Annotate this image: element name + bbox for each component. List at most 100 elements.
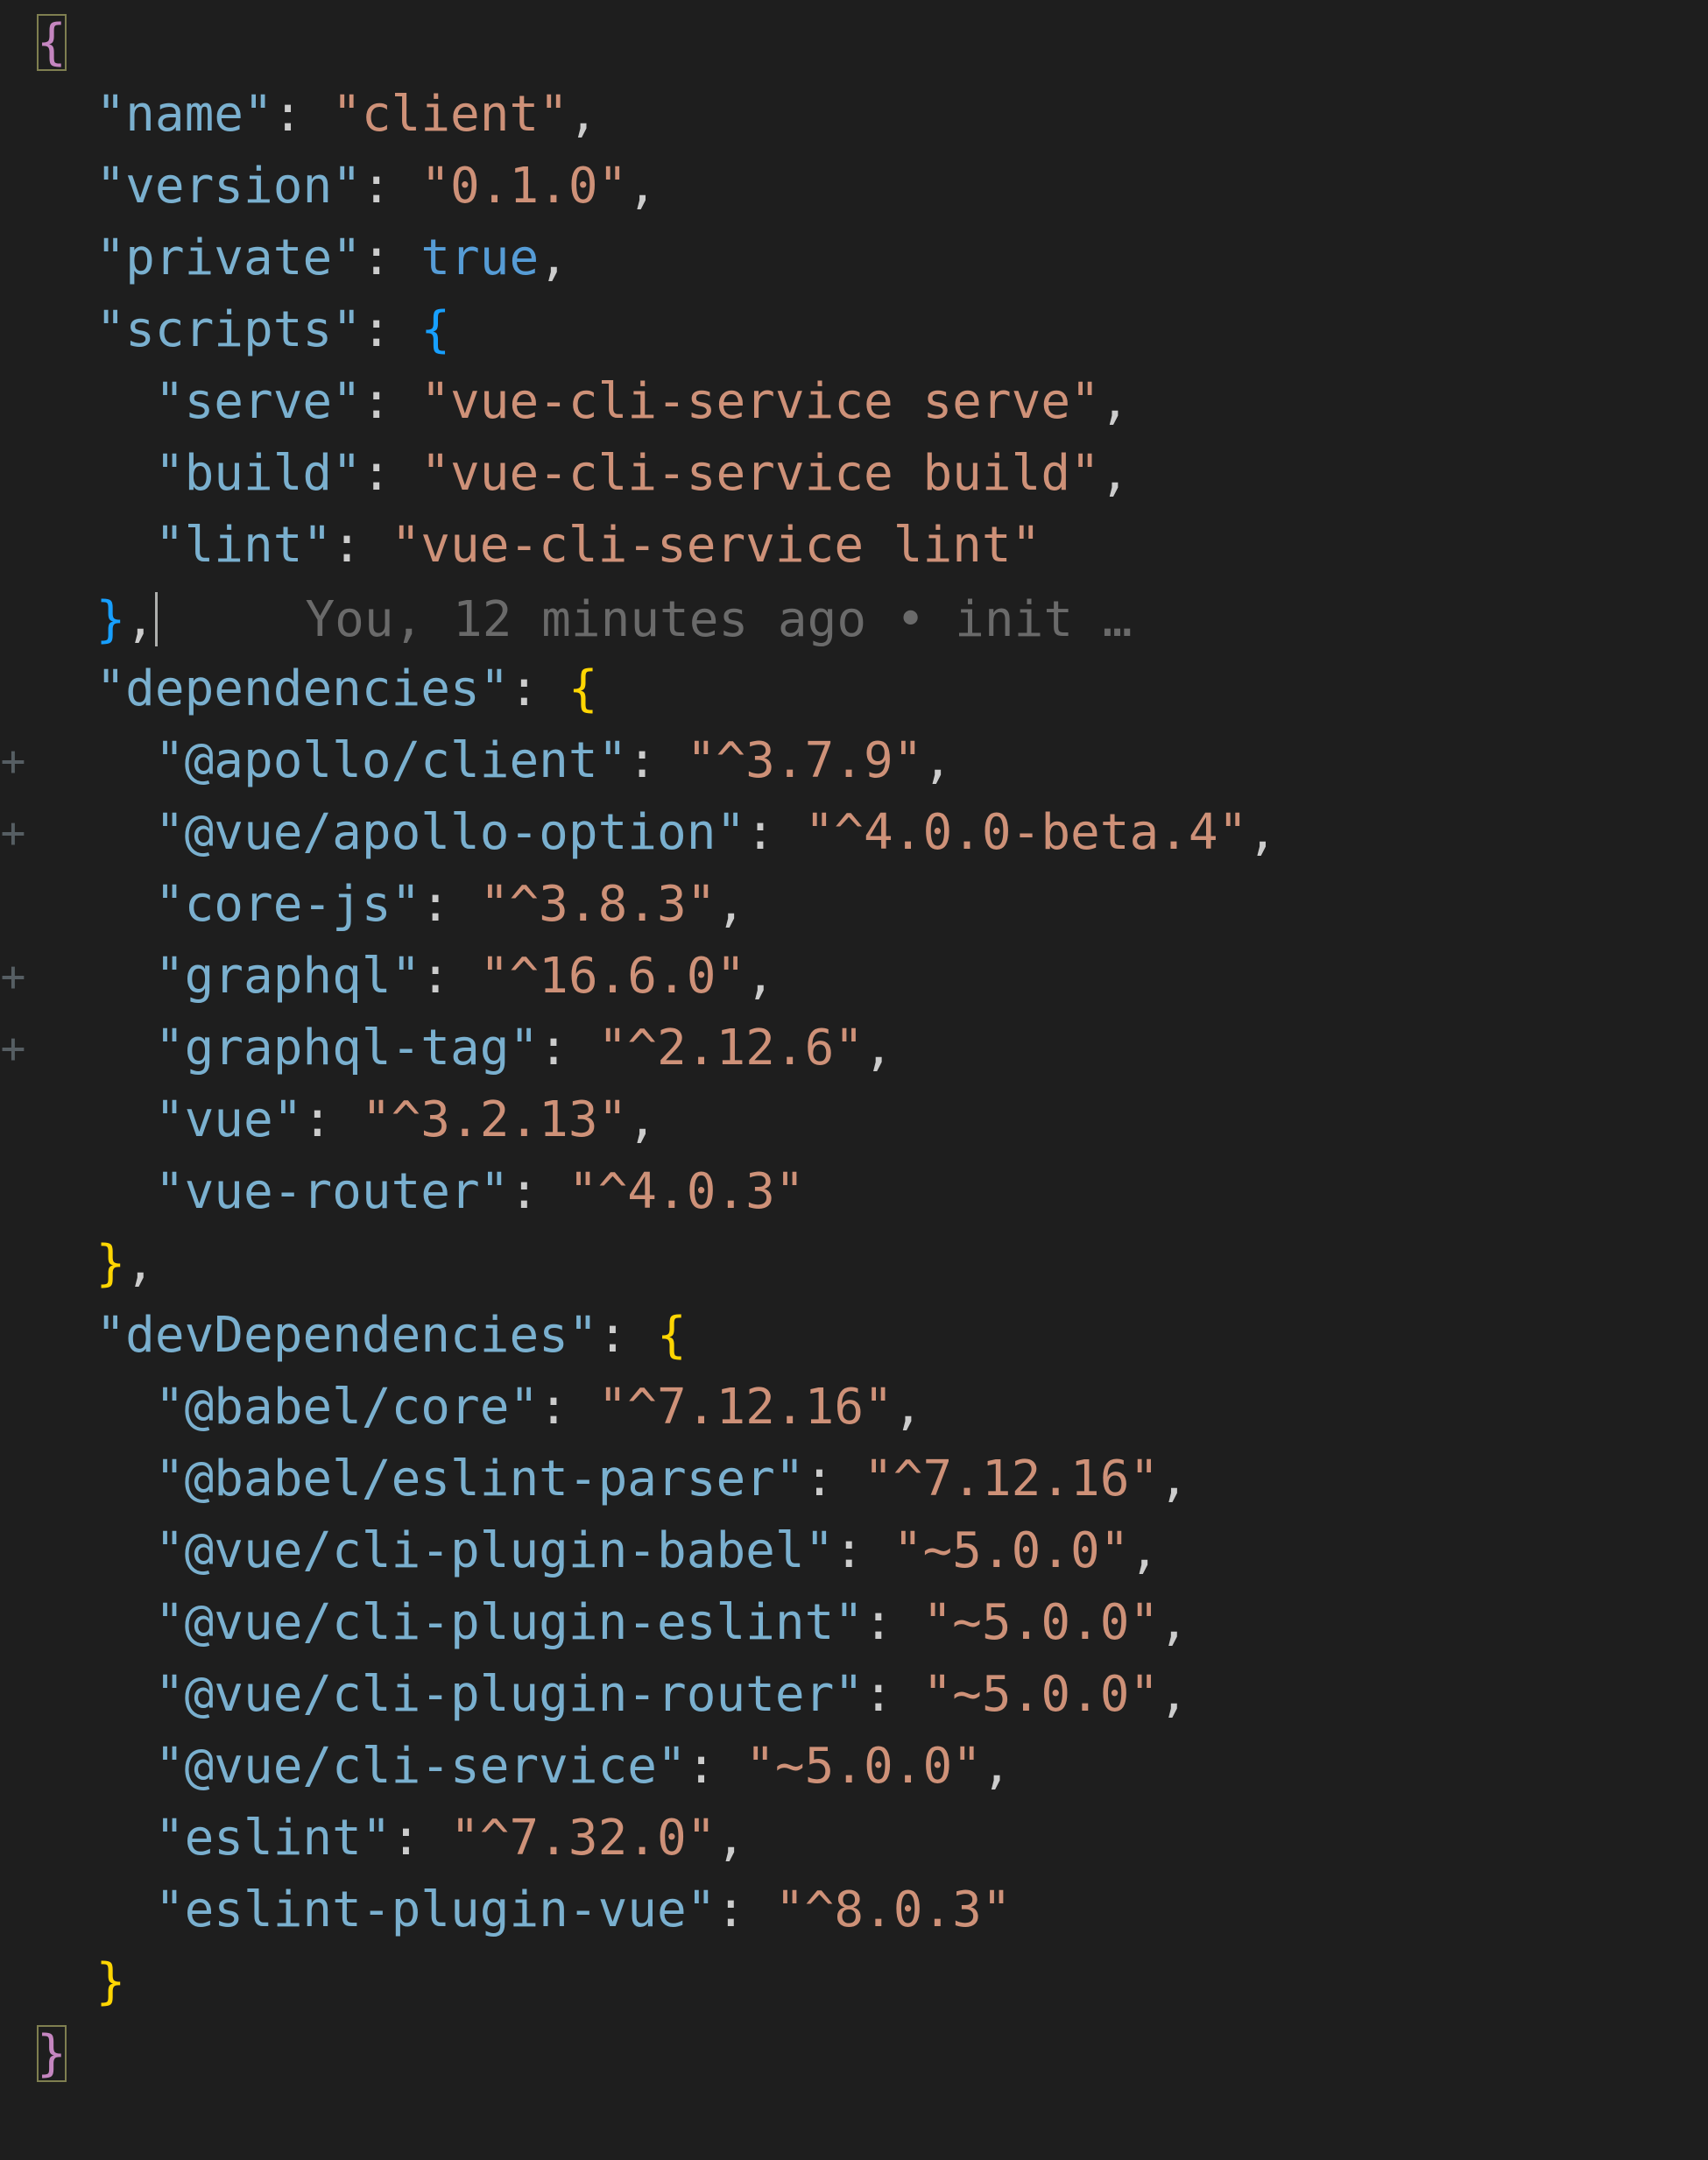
code-editor[interactable]: { "name": "client", "version": "0.1.0", … bbox=[0, 0, 1708, 2090]
code-content: "eslint": "^7.32.0", bbox=[26, 1803, 1708, 1874]
code-line[interactable]: "scripts": { bbox=[0, 294, 1708, 366]
token: , bbox=[627, 158, 657, 215]
token: , bbox=[1129, 1522, 1159, 1579]
code-line[interactable]: } bbox=[0, 1946, 1708, 2018]
code-line[interactable]: "lint": "vue-cli-service lint" bbox=[0, 510, 1708, 582]
code-line[interactable]: + "graphql": "^16.6.0", bbox=[0, 941, 1708, 1013]
token: "client" bbox=[332, 86, 568, 143]
diff-gutter: + bbox=[0, 725, 26, 797]
token: : bbox=[362, 158, 420, 215]
code-content: "name": "client", bbox=[26, 79, 1708, 151]
code-line[interactable]: + "graphql-tag": "^2.12.6", bbox=[0, 1013, 1708, 1084]
token: , bbox=[745, 948, 775, 1005]
token: , bbox=[1100, 445, 1130, 502]
code-line[interactable]: } bbox=[0, 2018, 1708, 2090]
token: , bbox=[627, 1091, 657, 1148]
code-line[interactable]: "@vue/cli-plugin-babel": "~5.0.0", bbox=[0, 1515, 1708, 1587]
code-line[interactable]: + "@apollo/client": "^3.7.9", bbox=[0, 725, 1708, 797]
code-content: { bbox=[26, 7, 1708, 79]
code-line[interactable]: "@vue/cli-plugin-eslint": "~5.0.0", bbox=[0, 1587, 1708, 1659]
token: : bbox=[716, 1881, 774, 1938]
diff-gutter: + bbox=[0, 797, 26, 869]
token: "devDependencies" bbox=[95, 1307, 597, 1364]
code-line[interactable]: }, bbox=[0, 1228, 1708, 1300]
token: : bbox=[539, 1379, 597, 1436]
token: "^2.12.6" bbox=[598, 1020, 864, 1076]
token: "vue-cli-service build" bbox=[420, 445, 1099, 502]
code-line[interactable]: "@vue/cli-service": "~5.0.0", bbox=[0, 1731, 1708, 1803]
code-line[interactable]: "vue": "^3.2.13", bbox=[0, 1084, 1708, 1156]
code-line[interactable]: "vue-router": "^4.0.3" bbox=[0, 1156, 1708, 1228]
token: } bbox=[95, 591, 125, 648]
code-line[interactable]: "private": true, bbox=[0, 222, 1708, 294]
token: "~5.0.0" bbox=[893, 1522, 1130, 1579]
text-cursor bbox=[155, 592, 158, 646]
code-content: "@vue/apollo-option": "^4.0.0-beta.4", bbox=[26, 797, 1708, 869]
token: "version" bbox=[95, 158, 361, 215]
token: { bbox=[420, 301, 450, 358]
token: "graphql" bbox=[155, 948, 420, 1005]
token: "lint" bbox=[155, 517, 332, 574]
token: "@vue/cli-plugin-eslint" bbox=[155, 1594, 864, 1651]
code-line[interactable]: "@vue/cli-plugin-router": "~5.0.0", bbox=[0, 1659, 1708, 1731]
token: , bbox=[1159, 1451, 1189, 1507]
code-line[interactable]: "@babel/eslint-parser": "^7.12.16", bbox=[0, 1444, 1708, 1515]
code-content: "vue-router": "^4.0.3" bbox=[26, 1156, 1708, 1228]
code-content: "build": "vue-cli-service build", bbox=[26, 438, 1708, 510]
code-line[interactable]: "build": "vue-cli-service build", bbox=[0, 438, 1708, 510]
token: , bbox=[864, 1020, 893, 1076]
token: { bbox=[657, 1307, 687, 1364]
token: "~5.0.0" bbox=[922, 1594, 1159, 1651]
code-content: }, bbox=[26, 1228, 1708, 1300]
token: , bbox=[125, 591, 155, 648]
token: } bbox=[37, 2025, 67, 2082]
token: "dependencies" bbox=[95, 660, 509, 717]
token: "build" bbox=[155, 445, 362, 502]
token: "@apollo/client" bbox=[155, 732, 627, 789]
token: : bbox=[420, 876, 479, 933]
git-blame-annotation: You, 12 minutes ago • init … bbox=[158, 591, 1133, 648]
code-line[interactable]: "version": "0.1.0", bbox=[0, 151, 1708, 222]
code-content: "@babel/core": "^7.12.16", bbox=[26, 1372, 1708, 1444]
token: "vue" bbox=[155, 1091, 303, 1148]
code-line[interactable]: "@babel/core": "^7.12.16", bbox=[0, 1372, 1708, 1444]
token: "^3.8.3" bbox=[480, 876, 716, 933]
code-line[interactable]: }, You, 12 minutes ago • init … bbox=[0, 582, 1708, 653]
token: "^7.12.16" bbox=[864, 1451, 1159, 1507]
code-content: "@vue/cli-plugin-eslint": "~5.0.0", bbox=[26, 1587, 1708, 1659]
token: , bbox=[716, 1810, 745, 1867]
token: , bbox=[1247, 804, 1277, 861]
code-line[interactable]: "eslint-plugin-vue": "^8.0.3" bbox=[0, 1874, 1708, 1946]
token: "0.1.0" bbox=[420, 158, 627, 215]
token: , bbox=[922, 732, 952, 789]
code-line[interactable]: "name": "client", bbox=[0, 79, 1708, 151]
token: "@vue/cli-plugin-babel" bbox=[155, 1522, 834, 1579]
token: "graphql-tag" bbox=[155, 1020, 539, 1076]
code-content: }, You, 12 minutes ago • init … bbox=[26, 582, 1708, 656]
token: , bbox=[568, 86, 598, 143]
token: "@vue/cli-service" bbox=[155, 1738, 687, 1795]
token: , bbox=[125, 1235, 155, 1292]
token: "private" bbox=[95, 229, 361, 286]
token: : bbox=[598, 1307, 657, 1364]
token: { bbox=[37, 14, 67, 71]
token: "@babel/core" bbox=[155, 1379, 539, 1436]
code-line[interactable]: "dependencies": { bbox=[0, 653, 1708, 725]
token: , bbox=[1159, 1666, 1189, 1723]
code-line[interactable]: "eslint": "^7.32.0", bbox=[0, 1803, 1708, 1874]
code-content: "@vue/cli-plugin-babel": "~5.0.0", bbox=[26, 1515, 1708, 1587]
token: : bbox=[362, 229, 420, 286]
code-line[interactable]: "serve": "vue-cli-service serve", bbox=[0, 366, 1708, 438]
token: "@vue/cli-plugin-router" bbox=[155, 1666, 864, 1723]
code-line[interactable]: + "@vue/apollo-option": "^4.0.0-beta.4", bbox=[0, 797, 1708, 869]
code-content: "vue": "^3.2.13", bbox=[26, 1084, 1708, 1156]
code-line[interactable]: "core-js": "^3.8.3", bbox=[0, 869, 1708, 941]
code-line[interactable]: { bbox=[0, 7, 1708, 79]
token: : bbox=[805, 1451, 864, 1507]
token: , bbox=[1100, 373, 1130, 430]
token: "^4.0.0-beta.4" bbox=[805, 804, 1248, 861]
token: "^8.0.3" bbox=[775, 1881, 1012, 1938]
code-line[interactable]: "devDependencies": { bbox=[0, 1300, 1708, 1372]
token: "core-js" bbox=[155, 876, 420, 933]
token: : bbox=[362, 373, 420, 430]
